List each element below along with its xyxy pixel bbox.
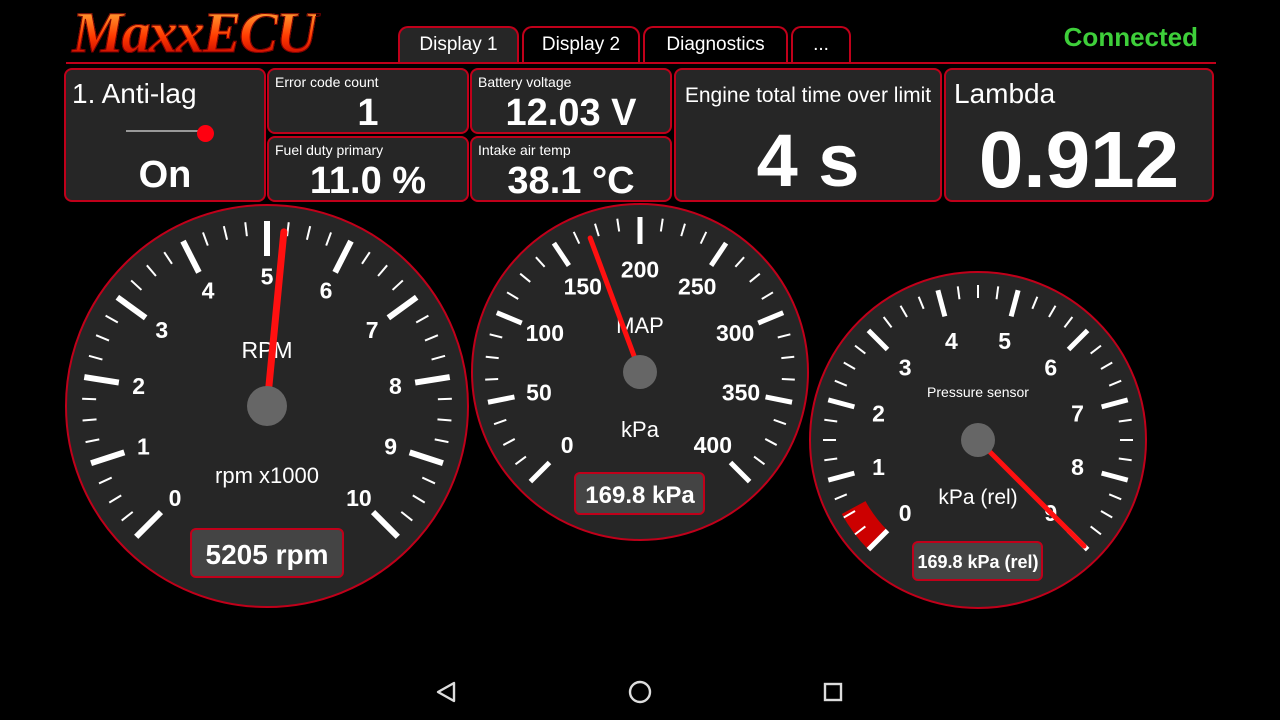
rpm-scale-label: 8 xyxy=(389,373,402,399)
map-gauge: 050100150200250300350400 MAP kPa 169.8 k… xyxy=(471,203,809,541)
map-scale-label: 400 xyxy=(694,432,732,458)
map-scale-label: 50 xyxy=(526,379,552,405)
rpm-scale-label: 4 xyxy=(202,277,215,303)
home-circle-icon[interactable] xyxy=(620,675,660,709)
map-minor-tick xyxy=(781,355,795,360)
rpm-scale-label: 3 xyxy=(155,317,168,343)
pressure-scale-label: 7 xyxy=(1071,401,1084,427)
rpm-gauge: 01 2 3 4 5 6 7 8 9 10 RPM rpm x1000 5205 rpm xyxy=(65,204,469,608)
pressure-readout: 169.8 kPa (rel) xyxy=(917,552,1038,572)
pressure-unit: kPa (rel) xyxy=(938,486,1017,509)
map-hub xyxy=(623,355,657,389)
pressure-title: Pressure sensor xyxy=(927,384,1029,400)
rpm-scale-label: 6 xyxy=(320,277,333,303)
rpm-scale-label: 7 xyxy=(366,317,379,343)
rpm-scale-label: 2 xyxy=(132,373,145,399)
system-nav-bar xyxy=(0,660,1280,720)
rpm-title: RPM xyxy=(241,337,292,363)
map-minor-tick xyxy=(485,377,499,381)
pressure-scale-label: 6 xyxy=(1044,354,1057,380)
back-triangle-icon[interactable] xyxy=(426,675,466,709)
rpm-scale-label: 0 xyxy=(169,485,182,511)
rpm-minor-tick xyxy=(437,397,452,401)
rpm-unit: rpm x1000 xyxy=(215,463,319,488)
pressure-hub xyxy=(961,423,995,457)
rpm-scale-label: 5 xyxy=(261,263,274,289)
rpm-hub xyxy=(247,386,287,426)
pressure-scale-label: 0 xyxy=(899,500,912,526)
map-minor-tick xyxy=(781,377,795,381)
rpm-scale-label: 1 xyxy=(137,433,150,459)
map-scale-label: 200 xyxy=(621,256,659,282)
rpm-scale-label: 10 xyxy=(346,485,372,511)
map-scale-label: 300 xyxy=(716,320,754,346)
map-scale-label: 150 xyxy=(564,274,602,300)
map-scale-label: 350 xyxy=(722,379,760,405)
recents-square-icon[interactable] xyxy=(813,675,853,709)
pressure-scale-label: 1 xyxy=(872,454,885,480)
pressure-scale-label: 4 xyxy=(945,328,958,354)
rpm-readout: 5205 rpm xyxy=(206,539,329,570)
rpm-minor-tick xyxy=(82,397,97,401)
rpm-minor-tick xyxy=(82,418,97,422)
gauge-cluster: 012345678910 RPM rpm x1000 5205 rpm 0501… xyxy=(65,203,1147,609)
pressure-scale-label: 2 xyxy=(872,401,885,427)
map-scale-label: 0 xyxy=(561,432,574,458)
rpm-minor-tick xyxy=(437,418,452,422)
map-unit: kPa xyxy=(621,417,660,442)
map-scale-label: 250 xyxy=(678,274,716,300)
map-scale-label: 100 xyxy=(526,320,564,346)
pressure-gauge: 0123456789 Pressure sensor kPa (rel) 169… xyxy=(809,271,1147,609)
rpm-scale-label: 9 xyxy=(384,433,397,459)
map-readout: 169.8 kPa xyxy=(585,482,695,509)
pressure-scale-label: 5 xyxy=(998,328,1011,354)
pressure-scale-label: 3 xyxy=(899,354,912,380)
pressure-scale-label: 8 xyxy=(1071,454,1084,480)
map-minor-tick xyxy=(485,355,499,360)
